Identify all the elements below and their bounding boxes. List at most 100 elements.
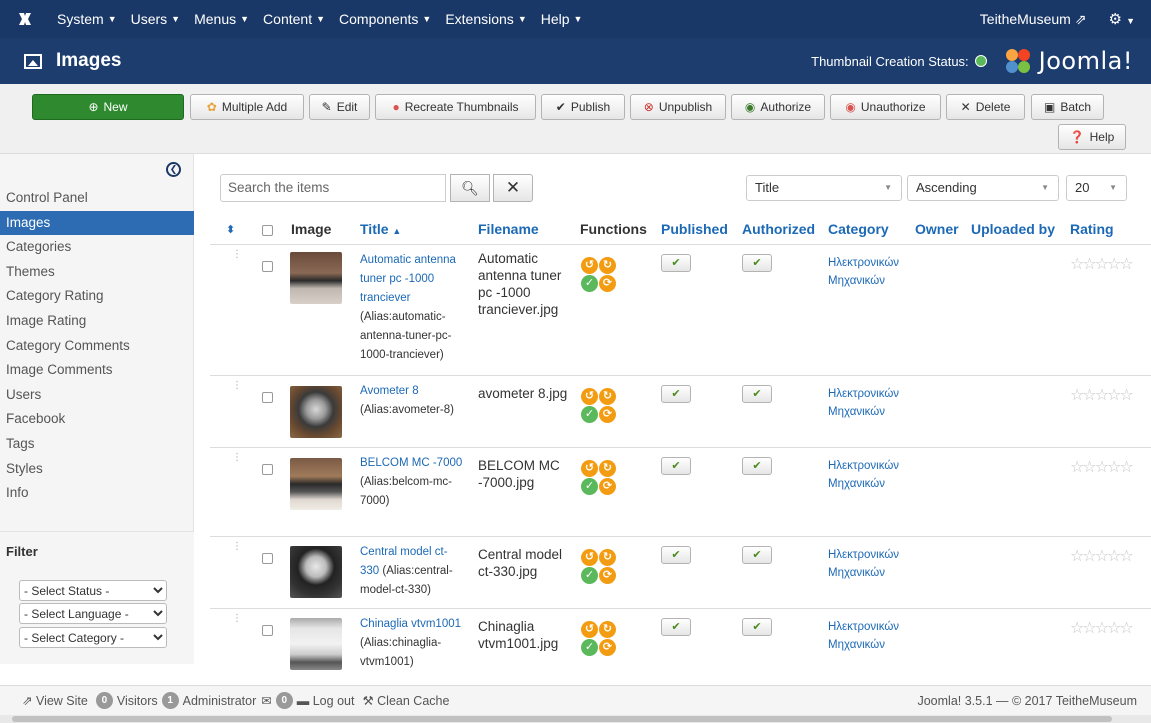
help-button[interactable]: ❓ Help xyxy=(1058,124,1126,150)
sidebar-item-info[interactable]: Info xyxy=(0,481,194,506)
column-rating[interactable]: Rating xyxy=(1070,221,1114,237)
status-filter-select[interactable]: - Select Status - xyxy=(19,580,167,601)
rotate-left-icon[interactable]: ↺ xyxy=(581,549,598,566)
category-link[interactable]: Ηλεκτρονικών Μηχανικών xyxy=(828,254,908,290)
refresh-icon[interactable]: ⟳ xyxy=(599,406,616,423)
column-uploaded-by[interactable]: Uploaded by xyxy=(971,221,1055,237)
refresh-icon[interactable]: ⟳ xyxy=(599,478,616,495)
search-input[interactable]: Search the items xyxy=(220,174,446,202)
publish-button[interactable]: ✔ Publish xyxy=(541,94,625,120)
sidebar-item-control-panel[interactable]: Control Panel xyxy=(0,186,194,211)
user-menu[interactable]: ⚙ ▼ xyxy=(1108,10,1135,28)
clean-cache-link[interactable]: ⚒ Clean Cache xyxy=(362,693,449,708)
title-link[interactable]: Chinaglia vtvm1001 xyxy=(360,618,461,630)
rotate-right-icon[interactable]: ↻ xyxy=(599,257,616,274)
menu-content[interactable]: Content ▼ xyxy=(256,0,332,38)
title-link[interactable]: Avometer 8 xyxy=(360,385,419,397)
column-published[interactable]: Published xyxy=(661,221,728,237)
rotate-left-icon[interactable]: ↺ xyxy=(581,621,598,638)
published-toggle[interactable]: ✔ xyxy=(661,546,691,564)
sidebar-item-categories[interactable]: Categories xyxy=(0,235,194,260)
image-thumbnail[interactable] xyxy=(290,386,342,438)
drag-handle-icon[interactable]: ⋮ xyxy=(232,614,242,624)
sort-ordering-icon[interactable]: ⬍ xyxy=(226,223,235,236)
rotate-right-icon[interactable]: ↻ xyxy=(599,621,616,638)
sidebar-item-tags[interactable]: Tags xyxy=(0,432,194,457)
drag-handle-icon[interactable]: ⋮ xyxy=(232,542,242,552)
select-all-checkbox[interactable] xyxy=(262,225,273,236)
horizontal-scrollbar[interactable] xyxy=(0,715,1151,723)
rotate-left-icon[interactable]: ↺ xyxy=(581,388,598,405)
category-link[interactable]: Ηλεκτρονικών Μηχανικών xyxy=(828,385,908,421)
refresh-icon[interactable]: ⟳ xyxy=(599,639,616,656)
collapse-sidebar-icon[interactable]: ❮ xyxy=(166,162,181,177)
rotate-right-icon[interactable]: ↻ xyxy=(599,460,616,477)
check-orange-icon[interactable]: ✓ xyxy=(581,406,598,423)
new-button[interactable]: ⊕ New xyxy=(32,94,184,120)
envelope-icon[interactable]: ✉ xyxy=(261,693,271,708)
sidebar-item-images[interactable]: Images xyxy=(0,210,194,236)
category-link[interactable]: Ηλεκτρονικών Μηχανικών xyxy=(828,618,908,654)
row-checkbox[interactable] xyxy=(262,261,273,272)
authorized-toggle[interactable]: ✔ xyxy=(742,254,772,272)
sidebar-item-image-comments[interactable]: Image Comments xyxy=(0,358,194,383)
authorized-toggle[interactable]: ✔ xyxy=(742,546,772,564)
check-orange-icon[interactable]: ✓ xyxy=(581,639,598,656)
sidebar-item-category-rating[interactable]: Category Rating xyxy=(0,284,194,309)
sort-field-select[interactable]: Title ▼ xyxy=(746,175,902,201)
clear-search-button[interactable]: ✕ xyxy=(493,174,533,202)
edit-button[interactable]: ✎ Edit xyxy=(309,94,370,120)
drag-handle-icon[interactable]: ⋮ xyxy=(232,381,242,391)
refresh-icon[interactable]: ⟳ xyxy=(599,567,616,584)
image-thumbnail[interactable] xyxy=(290,618,342,670)
sort-direction-select[interactable]: Ascending ▼ xyxy=(907,175,1059,201)
column-category[interactable]: Category xyxy=(828,221,889,237)
row-checkbox[interactable] xyxy=(262,392,273,403)
published-toggle[interactable]: ✔ xyxy=(661,385,691,403)
authorized-toggle[interactable]: ✔ xyxy=(742,385,772,403)
refresh-icon[interactable]: ⟳ xyxy=(599,275,616,292)
check-orange-icon[interactable]: ✓ xyxy=(581,275,598,292)
logout-link[interactable]: ▬ Log out xyxy=(297,694,355,708)
image-thumbnail[interactable] xyxy=(290,252,342,304)
sidebar-item-facebook[interactable]: Facebook xyxy=(0,407,194,432)
authorized-toggle[interactable]: ✔ xyxy=(742,618,772,636)
site-link[interactable]: TeitheMuseum ⇗ xyxy=(980,11,1087,28)
published-toggle[interactable]: ✔ xyxy=(661,457,691,475)
rotate-right-icon[interactable]: ↻ xyxy=(599,549,616,566)
unpublish-button[interactable]: ⊗ Unpublish xyxy=(630,94,726,120)
sidebar-item-styles[interactable]: Styles xyxy=(0,457,194,482)
menu-help[interactable]: Help ▼ xyxy=(534,0,590,38)
drag-handle-icon[interactable]: ⋮ xyxy=(232,250,242,260)
delete-button[interactable]: ✕ Delete xyxy=(946,94,1025,120)
menu-users[interactable]: Users ▼ xyxy=(124,0,187,38)
column-authorized[interactable]: Authorized xyxy=(742,221,815,237)
rotate-right-icon[interactable]: ↻ xyxy=(599,388,616,405)
recreate-thumbnails-button[interactable]: ● Recreate Thumbnails xyxy=(375,94,536,120)
authorized-toggle[interactable]: ✔ xyxy=(742,457,772,475)
batch-button[interactable]: ▣ Batch xyxy=(1031,94,1104,120)
menu-components[interactable]: Components ▼ xyxy=(332,0,438,38)
sidebar-item-category-comments[interactable]: Category Comments xyxy=(0,334,194,359)
drag-handle-icon[interactable]: ⋮ xyxy=(232,453,242,463)
category-link[interactable]: Ηλεκτρονικών Μηχανικών xyxy=(828,457,908,493)
image-thumbnail[interactable] xyxy=(290,458,342,510)
view-site-link[interactable]: ⇗ View Site xyxy=(22,693,88,708)
sidebar-item-users[interactable]: Users xyxy=(0,383,194,408)
sidebar-item-themes[interactable]: Themes xyxy=(0,260,194,285)
category-filter-select[interactable]: - Select Category - xyxy=(19,627,167,648)
title-link[interactable]: BELCOM MC -7000 xyxy=(360,457,462,469)
menu-menus[interactable]: Menus ▼ xyxy=(187,0,256,38)
limit-select[interactable]: 20 ▼ xyxy=(1066,175,1127,201)
category-link[interactable]: Ηλεκτρονικών Μηχανικών xyxy=(828,546,908,582)
search-button[interactable]: 🔍︎ xyxy=(450,174,490,202)
published-toggle[interactable]: ✔ xyxy=(661,618,691,636)
language-filter-select[interactable]: - Select Language - xyxy=(19,603,167,624)
unauthorize-button[interactable]: ◉ Unauthorize xyxy=(830,94,941,120)
rotate-left-icon[interactable]: ↺ xyxy=(581,257,598,274)
column-title[interactable]: Title ▲ xyxy=(360,221,401,237)
published-toggle[interactable]: ✔ xyxy=(661,254,691,272)
check-orange-icon[interactable]: ✓ xyxy=(581,567,598,584)
row-checkbox[interactable] xyxy=(262,553,273,564)
image-thumbnail[interactable] xyxy=(290,546,342,598)
